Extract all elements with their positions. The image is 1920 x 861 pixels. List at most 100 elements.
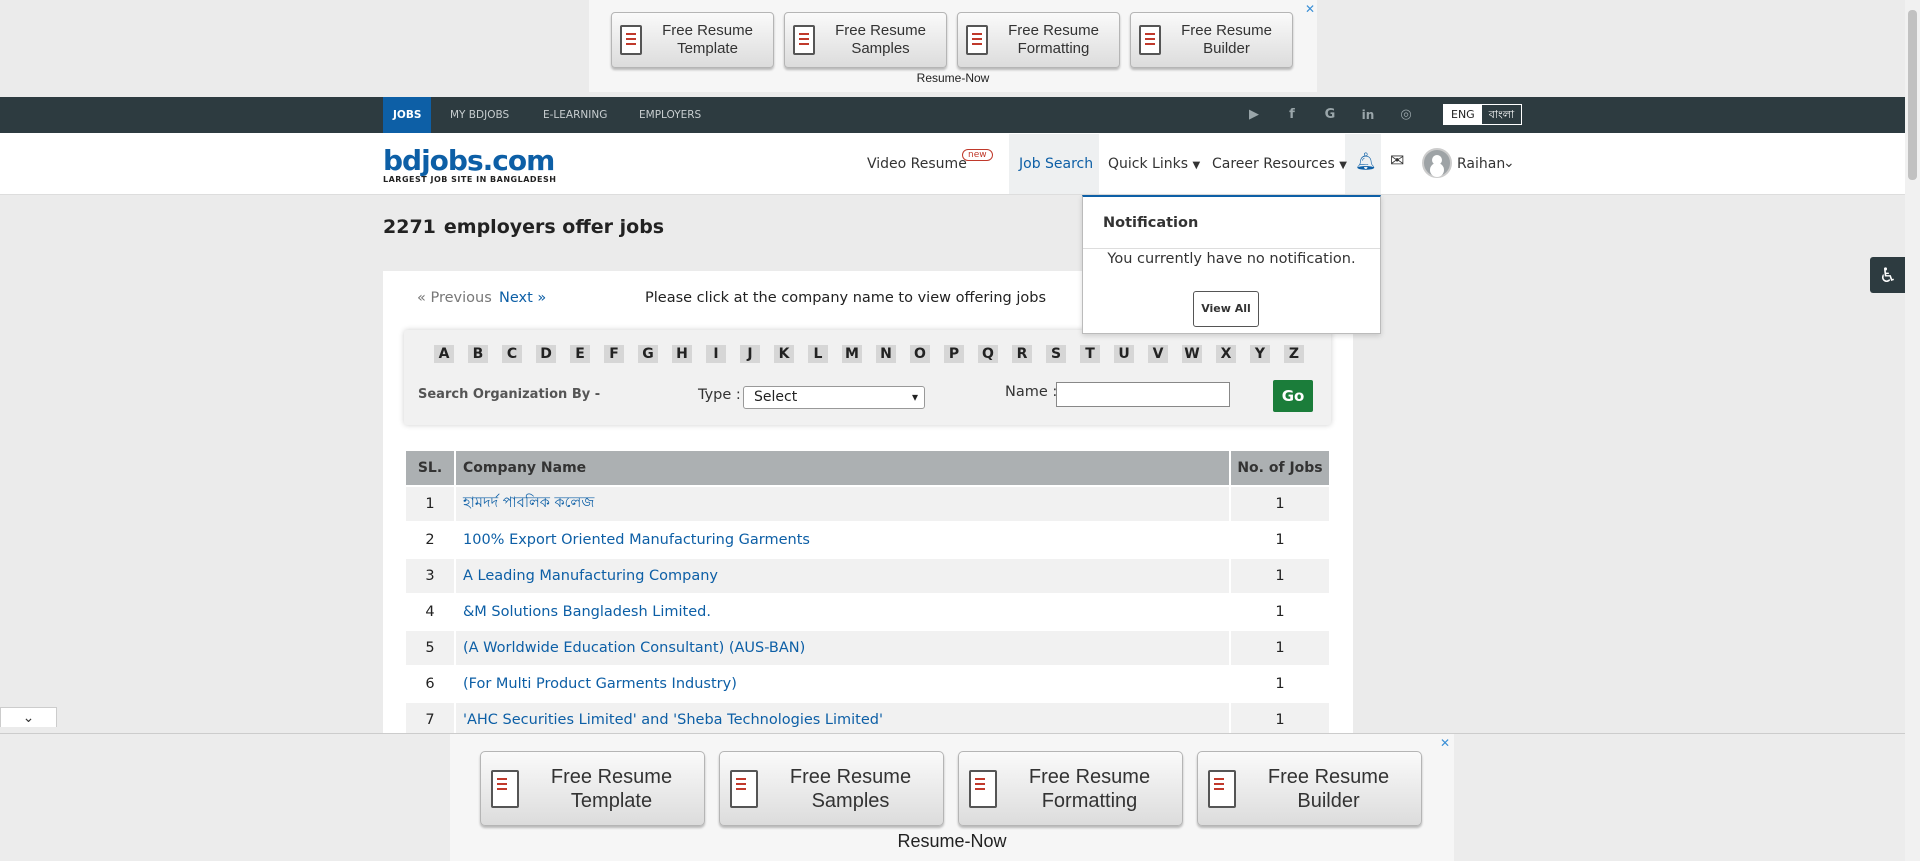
lang-bangla-button[interactable]: বাংলা: [1481, 105, 1522, 124]
row-jobs: 1: [1231, 523, 1329, 557]
name-input[interactable]: [1056, 382, 1230, 407]
view-all-button[interactable]: View All: [1193, 291, 1259, 327]
row-sl: 2: [406, 523, 454, 557]
chevron-down-icon[interactable]: ⌄: [1503, 155, 1515, 171]
letter-y[interactable]: Y: [1250, 345, 1270, 363]
letter-p[interactable]: P: [944, 345, 964, 363]
letter-b[interactable]: B: [468, 345, 488, 363]
company-link[interactable]: &M Solutions Bangladesh Limited.: [463, 604, 711, 620]
notification-message: You currently have no notification.: [1107, 251, 1356, 267]
letter-j[interactable]: J: [740, 345, 760, 363]
letter-v[interactable]: V: [1148, 345, 1168, 363]
quick-links-menu[interactable]: Quick Links ▼: [1108, 156, 1200, 172]
new-badge: new: [962, 149, 993, 161]
mail-icon[interactable]: ✉: [1390, 151, 1404, 171]
letter-a[interactable]: A: [434, 345, 454, 363]
user-name[interactable]: Raihan: [1457, 156, 1505, 172]
table-row: 5 (A Worldwide Education Consultant) (AU…: [406, 631, 1329, 665]
ad-free-resume-template-button[interactable]: Free Resume Template: [480, 751, 705, 826]
type-label: Type :: [698, 387, 741, 403]
page-scrollbar[interactable]: [1905, 0, 1920, 861]
linkedin-icon[interactable]: in: [1360, 107, 1376, 123]
chevron-down-icon[interactable]: ⌄: [0, 707, 57, 727]
letter-t[interactable]: T: [1080, 345, 1100, 363]
tab-my-bdjobs[interactable]: MY BDJOBS: [440, 97, 519, 133]
video-resume-link[interactable]: Video Resume: [867, 156, 967, 172]
bdjobs-logo[interactable]: bdjobs.com LARGEST JOB SITE IN BANGLADES…: [383, 144, 556, 184]
company-link[interactable]: 100% Export Oriented Manufacturing Garme…: [463, 532, 810, 548]
table-row: 1 হামদর্দ পাবলিক কলেজ 1: [406, 487, 1329, 521]
letter-i[interactable]: I: [706, 345, 726, 363]
company-link[interactable]: (For Multi Product Garments Industry): [463, 676, 737, 692]
letter-g[interactable]: G: [638, 345, 658, 363]
facebook-icon[interactable]: f: [1284, 107, 1300, 123]
lang-english-button[interactable]: ENG: [1444, 105, 1482, 124]
letter-e[interactable]: E: [570, 345, 590, 363]
letter-n[interactable]: N: [876, 345, 896, 363]
ad-close-icon[interactable]: ✕: [1305, 2, 1315, 16]
tab-employers[interactable]: EMPLOYERS: [629, 97, 711, 133]
ad-free-resume-samples-button[interactable]: Free Resume Samples: [719, 751, 944, 826]
scrollbar-thumb[interactable]: [1908, 10, 1917, 180]
letter-r[interactable]: R: [1012, 345, 1032, 363]
avatar[interactable]: [1422, 148, 1452, 178]
page-title-text: employers offer jobs: [443, 216, 665, 238]
tab-e-learning[interactable]: E-LEARNING: [533, 97, 617, 133]
ad-free-resume-builder-button[interactable]: Free Resume Builder: [1197, 751, 1422, 826]
ad-close-icon[interactable]: ✕: [1440, 736, 1450, 750]
row-company: 'AHC Securities Limited' and 'Sheba Tech…: [456, 703, 1229, 737]
ad-free-resume-builder-button[interactable]: Free Resume Builder: [1130, 12, 1293, 68]
letter-w[interactable]: W: [1182, 345, 1202, 363]
letter-s[interactable]: S: [1046, 345, 1066, 363]
go-button[interactable]: Go: [1273, 380, 1313, 412]
company-name-header: Company Name: [456, 451, 1229, 485]
job-search-link[interactable]: Job Search: [1019, 156, 1093, 172]
type-select[interactable]: Select: [743, 386, 925, 409]
ad-free-resume-samples-button[interactable]: Free Resume Samples: [784, 12, 947, 68]
instagram-icon[interactable]: ◎: [1398, 107, 1414, 123]
accessibility-icon[interactable]: ♿︎: [1870, 257, 1906, 293]
row-company: A Leading Manufacturing Company: [456, 559, 1229, 593]
company-link[interactable]: হামদর্দ পাবলিক কলেজ: [463, 495, 594, 511]
youtube-icon[interactable]: ▶: [1246, 107, 1262, 123]
letter-u[interactable]: U: [1114, 345, 1134, 363]
document-icon: [1208, 769, 1236, 808]
letter-z[interactable]: Z: [1284, 345, 1304, 363]
letter-m[interactable]: M: [842, 345, 862, 363]
company-link[interactable]: 'AHC Securities Limited' and 'Sheba Tech…: [463, 712, 883, 728]
letter-d[interactable]: D: [536, 345, 556, 363]
company-link[interactable]: (A Worldwide Education Consultant) (AUS-…: [463, 640, 805, 656]
letter-c[interactable]: C: [502, 345, 522, 363]
letter-l[interactable]: L: [808, 345, 828, 363]
document-icon: [966, 25, 988, 55]
letter-k[interactable]: K: [774, 345, 794, 363]
career-resources-menu[interactable]: Career Resources ▼: [1212, 156, 1347, 172]
caret-down-icon: ▼: [1339, 160, 1347, 171]
letter-o[interactable]: O: [910, 345, 930, 363]
table-row: 7 'AHC Securities Limited' and 'Sheba Te…: [406, 703, 1329, 737]
next-link[interactable]: Next »: [499, 290, 546, 306]
company-table: SL. Company Name No. of Jobs 1 হামদর্দ প…: [404, 449, 1331, 739]
tab-jobs[interactable]: JOBS: [383, 97, 432, 133]
name-label: Name :: [1005, 384, 1058, 400]
row-sl: 1: [406, 487, 454, 521]
ad-free-resume-formatting-button[interactable]: Free Resume Formatting: [958, 751, 1183, 826]
row-sl: 4: [406, 595, 454, 629]
ad-free-resume-template-button[interactable]: Free Resume Template: [611, 12, 774, 68]
language-switch: ENG বাংলা: [1443, 104, 1523, 125]
letter-q[interactable]: Q: [978, 345, 998, 363]
bell-icon[interactable]: 🔔︎: [1355, 152, 1377, 172]
google-icon[interactable]: G: [1322, 107, 1338, 123]
table-row: 2 100% Export Oriented Manufacturing Gar…: [406, 523, 1329, 557]
sl-header: SL.: [406, 451, 454, 485]
letter-h[interactable]: H: [672, 345, 692, 363]
caret-down-icon: ▼: [1192, 160, 1201, 171]
letter-f[interactable]: F: [604, 345, 624, 363]
document-icon: [620, 25, 642, 55]
career-resources-label: Career Resources: [1212, 156, 1335, 172]
company-link[interactable]: A Leading Manufacturing Company: [463, 568, 718, 584]
ad-free-resume-formatting-button[interactable]: Free Resume Formatting: [957, 12, 1120, 68]
previous-link[interactable]: « Previous: [417, 290, 492, 306]
letter-x[interactable]: X: [1216, 345, 1236, 363]
notification-title: Notification: [1103, 215, 1199, 231]
